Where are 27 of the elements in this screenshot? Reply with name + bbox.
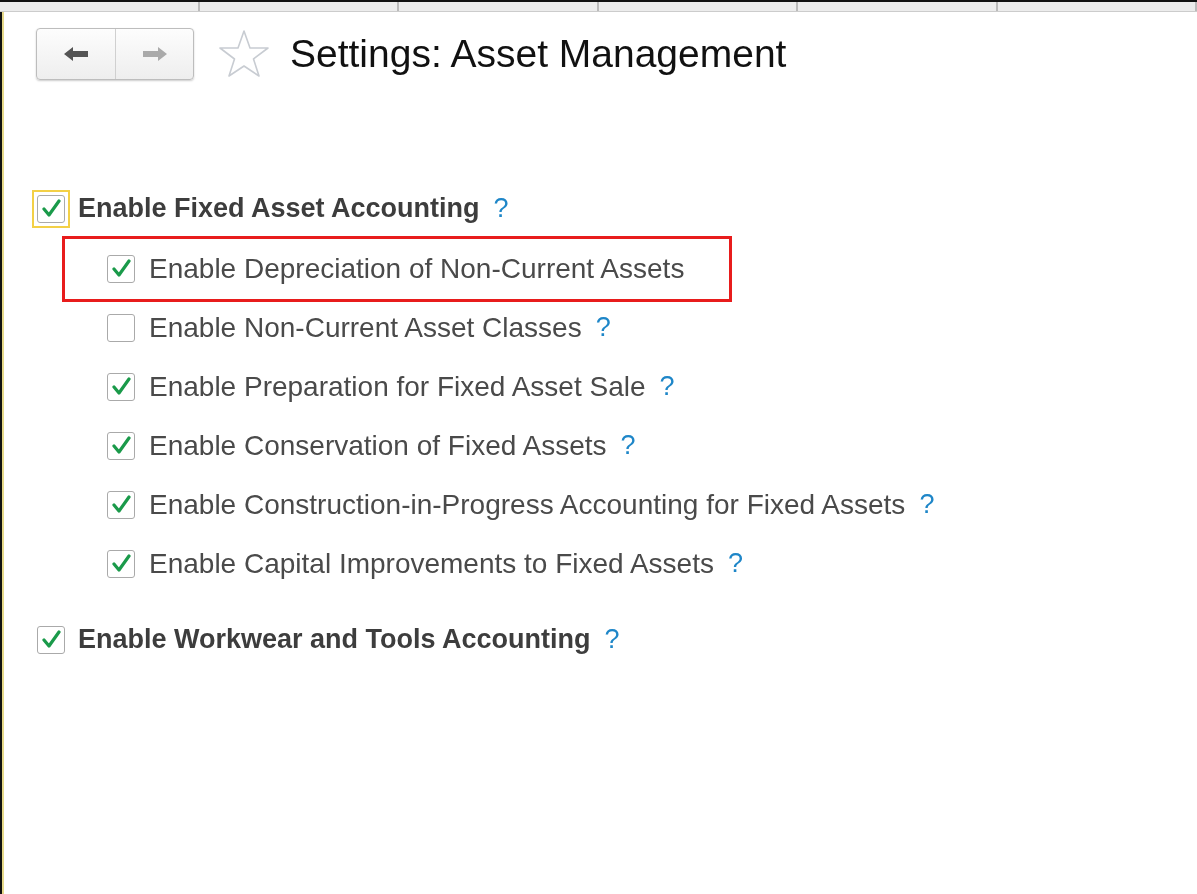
help-link[interactable]: ?: [604, 624, 620, 655]
check-icon: [41, 198, 61, 219]
check-icon: [41, 629, 61, 650]
check-icon: [111, 494, 131, 515]
option-label: Enable Capital Improvements to Fixed Assets: [149, 547, 714, 580]
option-label: Enable Construction-in-Progress Accounting for Fixed Assets: [149, 488, 906, 521]
star-icon[interactable]: [218, 29, 270, 79]
check-icon: [111, 553, 131, 574]
help-link[interactable]: ?: [659, 371, 675, 402]
help-link[interactable]: ?: [493, 193, 509, 224]
left-arrow-icon: [63, 46, 89, 62]
checkbox[interactable]: [32, 189, 70, 228]
option-label: Enable Preparation for Fixed Asset Sale: [149, 370, 646, 403]
help-link[interactable]: ?: [727, 548, 743, 579]
help-link[interactable]: ?: [620, 430, 636, 461]
check-icon: [111, 435, 131, 456]
check-icon: [111, 259, 131, 279]
option-label: Enable Fixed Asset Accounting: [78, 193, 480, 224]
check-icon: [111, 376, 131, 397]
option-label: Enable Conservation of Fixed Assets: [149, 429, 607, 462]
help-link[interactable]: ?: [919, 489, 935, 520]
window-title: Settings: Asset Management: [290, 32, 787, 76]
option-label: Enable Depreciation of Non-Current Assets: [149, 253, 685, 285]
option-label: Enable Workwear and Tools Accounting: [78, 624, 591, 655]
help-link[interactable]: ?: [595, 312, 611, 343]
option-label: Enable Non-Current Asset Classes: [149, 311, 582, 344]
right-arrow-icon: [141, 46, 168, 62]
